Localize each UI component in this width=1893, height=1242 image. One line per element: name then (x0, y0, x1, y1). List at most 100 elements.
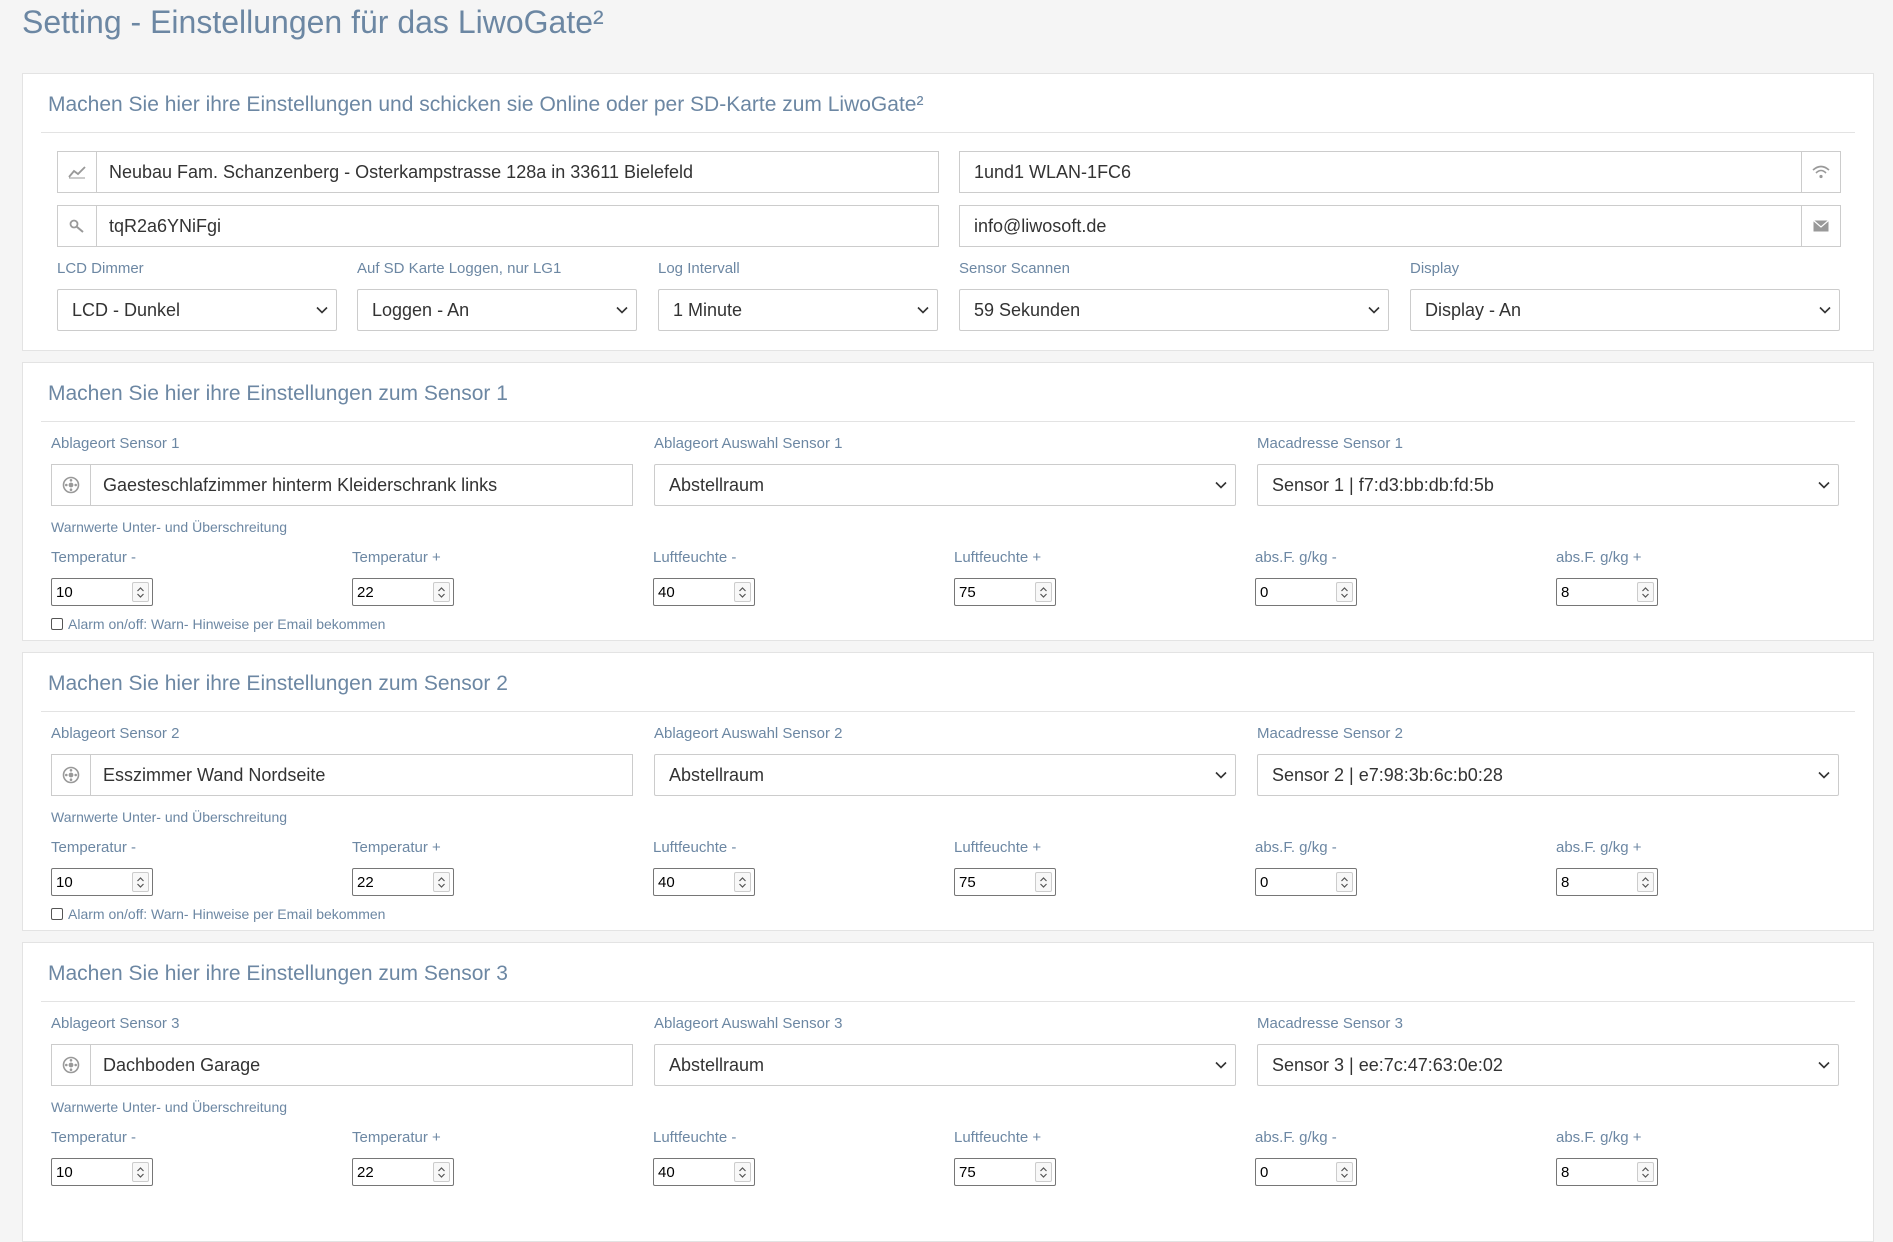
warn-number-input[interactable]: 0 (1255, 868, 1357, 896)
warn-number-input[interactable]: 75 (954, 578, 1056, 606)
warn-number-value: 75 (959, 583, 976, 601)
warn-number-value: 75 (959, 1163, 976, 1181)
spinner-arrows-icon[interactable] (1336, 582, 1353, 602)
warn-values-label: Warnwerte Unter- und Überschreitung (51, 1099, 288, 1115)
chevron-down-icon (1818, 465, 1830, 505)
warn-values-label: Warnwerte Unter- und Überschreitung (51, 519, 288, 535)
email-input[interactable]: info@liwosoft.de (959, 205, 1841, 247)
spinner-arrows-icon[interactable] (1336, 872, 1353, 892)
warn-number-input[interactable]: 40 (653, 868, 755, 896)
chevron-down-icon (1818, 1045, 1830, 1085)
warn-number-value: 10 (56, 1163, 73, 1181)
display-select[interactable]: Display - An (1410, 289, 1840, 331)
warn-number-value: 10 (56, 583, 73, 601)
warn-number-input[interactable]: 8 (1556, 1158, 1658, 1186)
sensor-mac-select[interactable]: Sensor 1 | f7:d3:bb:db:fd:5b (1257, 464, 1839, 506)
warn-number-value: 0 (1260, 583, 1269, 601)
warn-field-label: Temperatur + (352, 839, 441, 856)
warn-number-value: 22 (357, 873, 374, 891)
chevron-down-icon (1368, 290, 1380, 330)
location-value: Neubau Fam. Schanzenberg - Osterkampstra… (109, 161, 693, 182)
alarm-checkbox[interactable] (51, 908, 63, 920)
sensor-mac-select[interactable]: Sensor 3 | ee:7c:47:63:0e:02 (1257, 1044, 1839, 1086)
spinner-arrows-icon[interactable] (1637, 582, 1654, 602)
spinner-arrows-icon[interactable] (132, 872, 149, 892)
spinner-arrows-icon[interactable] (1035, 582, 1052, 602)
warn-field-label: abs.F. g/kg + (1556, 1129, 1642, 1146)
spinner-arrows-icon[interactable] (433, 582, 450, 602)
sensor-location-select[interactable]: Abstellraum (654, 1044, 1236, 1086)
warn-number-value: 22 (357, 583, 374, 601)
warn-number-input[interactable]: 40 (653, 578, 755, 606)
warn-number-value: 40 (658, 873, 675, 891)
general-settings-panel: Machen Sie hier ihre Einstellungen und s… (22, 73, 1874, 351)
email-value: info@liwosoft.de (974, 215, 1107, 236)
spinner-arrows-icon[interactable] (1637, 1162, 1654, 1182)
sensor-location-value: Dachboden Garage (103, 1054, 261, 1075)
spinner-arrows-icon[interactable] (1035, 1162, 1052, 1182)
sdlog-select[interactable]: Loggen - An (357, 289, 637, 331)
warn-number-input[interactable]: 10 (51, 868, 153, 896)
spinner-arrows-icon[interactable] (132, 582, 149, 602)
spinner-arrows-icon[interactable] (734, 582, 751, 602)
chevron-down-icon (917, 290, 929, 330)
warn-number-input[interactable]: 10 (51, 578, 153, 606)
sensor-location-value: Gaesteschlafzimmer hinterm Kleiderschran… (103, 474, 498, 495)
spinner-arrows-icon[interactable] (1336, 1162, 1353, 1182)
key-icon (58, 206, 97, 246)
warn-field-label: abs.F. g/kg + (1556, 549, 1642, 566)
sensor-select-label: Ablageort Auswahl Sensor 3 (654, 1015, 843, 1032)
sensor-location-input[interactable]: Dachboden Garage (51, 1044, 633, 1086)
warn-number-input[interactable]: 22 (352, 578, 454, 606)
display-value: Display - An (1425, 299, 1522, 320)
spinner-arrows-icon[interactable] (734, 872, 751, 892)
warn-number-input[interactable]: 8 (1556, 578, 1658, 606)
warn-number-input[interactable]: 40 (653, 1158, 755, 1186)
spinner-arrows-icon[interactable] (1035, 872, 1052, 892)
alarm-toggle[interactable]: Alarm on/off: Warn- Hinweise per Email b… (51, 906, 385, 922)
warn-field-label: Temperatur - (51, 839, 137, 856)
spinner-arrows-icon[interactable] (1637, 872, 1654, 892)
sensor-location-select[interactable]: Abstellraum (654, 464, 1236, 506)
scan-label: Sensor Scannen (959, 260, 1070, 277)
sensor-panel-title: Machen Sie hier ihre Einstellungen zum S… (48, 672, 508, 695)
wifi-icon (1801, 152, 1840, 192)
gear-icon (52, 465, 91, 505)
password-value: tqR2a6YNiFgi (109, 215, 222, 236)
spinner-arrows-icon[interactable] (433, 1162, 450, 1182)
warn-number-input[interactable]: 75 (954, 868, 1056, 896)
warn-field-label: Temperatur - (51, 549, 137, 566)
warn-number-value: 22 (357, 1163, 374, 1181)
sensor-location-select[interactable]: Abstellraum (654, 754, 1236, 796)
sensor-select-label: Ablageort Auswahl Sensor 2 (654, 725, 843, 742)
spinner-arrows-icon[interactable] (734, 1162, 751, 1182)
location-input[interactable]: Neubau Fam. Schanzenberg - Osterkampstra… (57, 151, 939, 193)
warn-number-input[interactable]: 10 (51, 1158, 153, 1186)
spinner-arrows-icon[interactable] (433, 872, 450, 892)
alarm-toggle[interactable]: Alarm on/off: Warn- Hinweise per Email b… (51, 616, 385, 632)
warn-number-input[interactable]: 75 (954, 1158, 1056, 1186)
sensor-location-input[interactable]: Esszimmer Wand Nordseite (51, 754, 633, 796)
alarm-checkbox[interactable] (51, 618, 63, 630)
warn-field-label: Luftfeuchte - (653, 839, 737, 856)
warn-number-input[interactable]: 0 (1255, 1158, 1357, 1186)
warn-field-label: abs.F. g/kg - (1255, 839, 1337, 856)
lcd-select[interactable]: LCD - Dunkel (57, 289, 337, 331)
lcd-label: LCD Dimmer (57, 260, 144, 277)
sensor-location-input[interactable]: Gaesteschlafzimmer hinterm Kleiderschran… (51, 464, 633, 506)
warn-number-input[interactable]: 0 (1255, 578, 1357, 606)
interval-select[interactable]: 1 Minute (658, 289, 938, 331)
chevron-down-icon (316, 290, 328, 330)
scan-select[interactable]: 59 Sekunden (959, 289, 1389, 331)
warn-number-value: 40 (658, 1163, 675, 1181)
password-input[interactable]: tqR2a6YNiFgi (57, 205, 939, 247)
warn-field-label: abs.F. g/kg - (1255, 549, 1337, 566)
warn-number-input[interactable]: 22 (352, 868, 454, 896)
sensor-location-label: Ablageort Sensor 3 (51, 1015, 180, 1032)
wlan-input[interactable]: 1und1 WLAN-1FC6 (959, 151, 1841, 193)
sensor-mac-select[interactable]: Sensor 2 | e7:98:3b:6c:b0:28 (1257, 754, 1839, 796)
spinner-arrows-icon[interactable] (132, 1162, 149, 1182)
warn-number-input[interactable]: 22 (352, 1158, 454, 1186)
warn-number-input[interactable]: 8 (1556, 868, 1658, 896)
warn-field-label: Luftfeuchte + (954, 549, 1042, 566)
